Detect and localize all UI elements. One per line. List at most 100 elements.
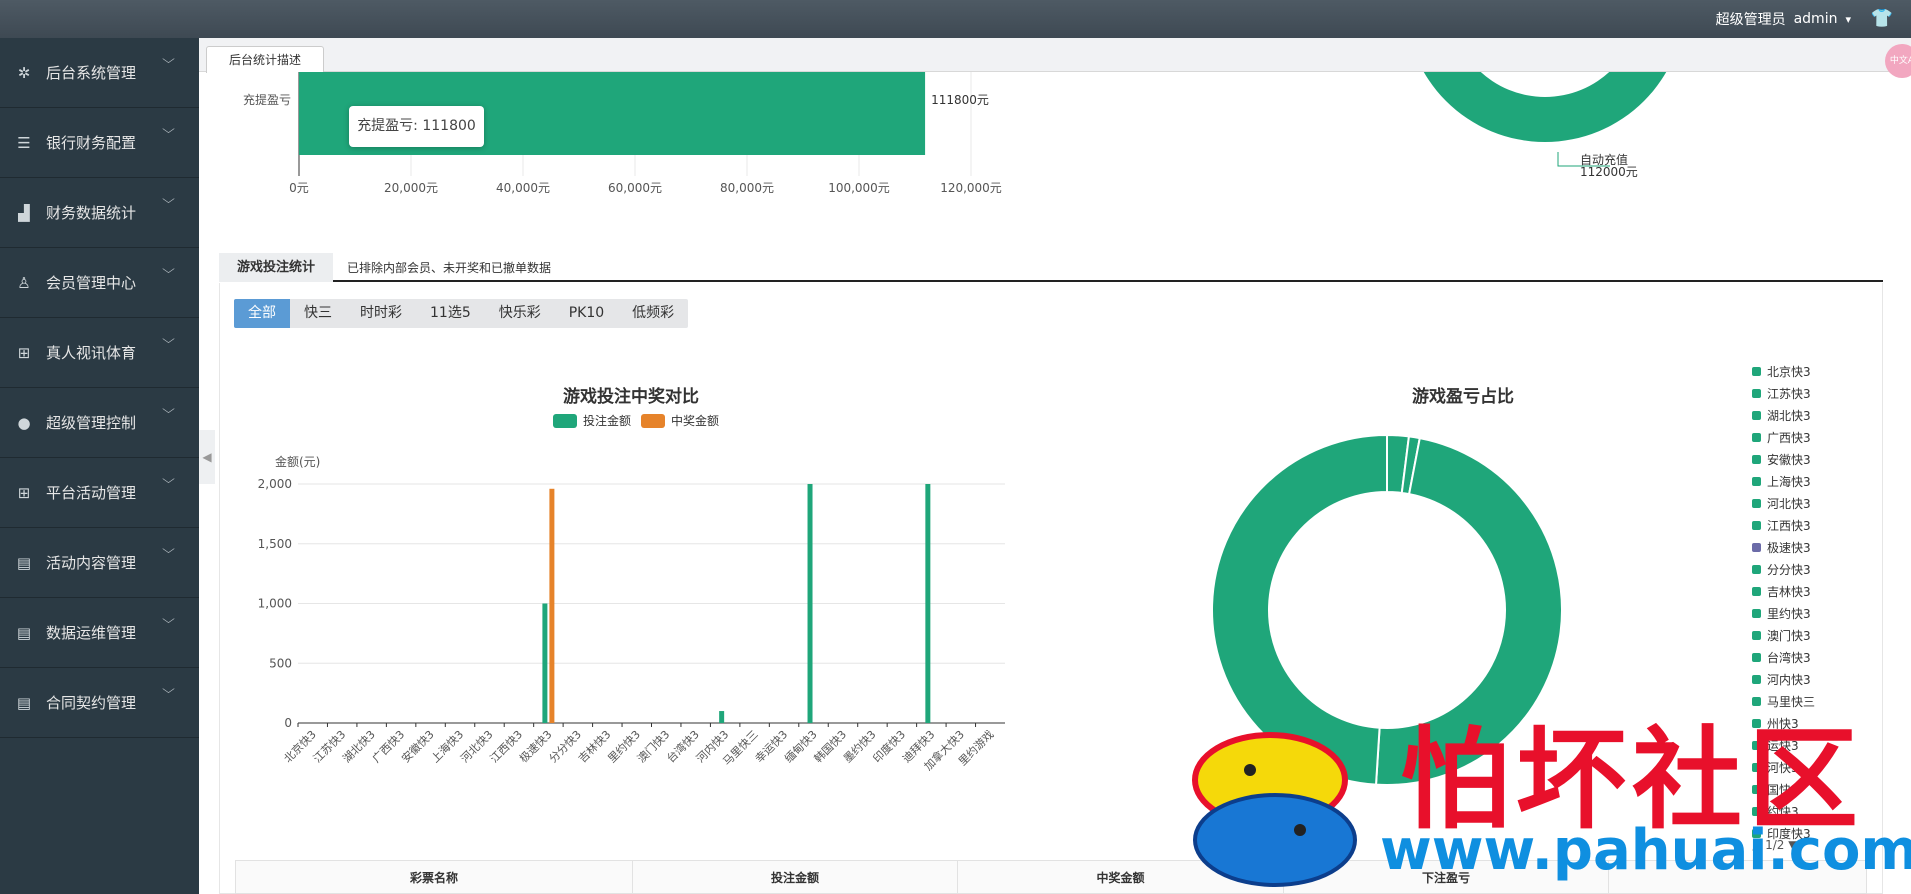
profit-share-chart-title: 游戏盈亏占比: [1412, 387, 1514, 407]
legend-item[interactable]: 江西快3: [1752, 514, 1862, 536]
sidebar-collapse-handle[interactable]: ◀: [199, 430, 215, 484]
filter-button[interactable]: 快乐彩: [485, 299, 555, 328]
x-tick-label: 0元: [289, 181, 309, 195]
x-tick-label: 100,000元: [828, 181, 890, 195]
data-label: 111800元: [931, 93, 989, 107]
user-role: 超级管理员: [1715, 12, 1786, 28]
donut-slice: [1423, 72, 1667, 142]
sidebar-item[interactable]: ⊞ 平台活动管理 ⌵: [0, 458, 199, 528]
legend-label: 安徽快3: [1767, 452, 1811, 467]
legend-label: 投注金额: [583, 413, 631, 428]
chevron-left-icon: ◀: [202, 450, 212, 464]
legend-swatch: [553, 414, 577, 428]
y-tick-label: 1,500: [258, 537, 292, 551]
sidebar-item-label: 后台系统管理: [46, 64, 137, 82]
legend-item[interactable]: 广西快3: [1752, 426, 1862, 448]
sidebar-item[interactable]: ▤ 活动内容管理 ⌵: [0, 528, 199, 598]
top-bar: 超级管理员 admin ▾ 👕: [0, 0, 1911, 38]
person-icon: ●: [17, 413, 31, 432]
sidebar-item-label: 活动内容管理: [46, 554, 137, 572]
gift-icon: ⊞: [17, 343, 31, 362]
sidebar-item[interactable]: ✲ 后台系统管理 ⌵: [0, 38, 199, 108]
legend-label: 分分快3: [1767, 562, 1811, 577]
legend-item[interactable]: 里约快3: [1752, 602, 1862, 624]
table-header-cell: 彩票名称: [236, 861, 633, 893]
legend-swatch: [1752, 608, 1761, 618]
filter-button[interactable]: 11选5: [416, 299, 485, 328]
legend-swatch: [1752, 366, 1761, 376]
sidebar: ✲ 后台系统管理 ⌵ ☰ 银行财务配置 ⌵ ▟ 财务数据统计 ⌵ ♙ 会员管理中心 ⌵ ⊞ 真人视讯体育 ⌵…: [0, 38, 199, 894]
legend-label: 极速快3: [1767, 540, 1811, 555]
category-label: 充提盈亏: [243, 92, 291, 107]
theme-shirt-icon[interactable]: 👕: [1871, 8, 1893, 29]
sidebar-item[interactable]: ▟ 财务数据统计 ⌵: [0, 178, 199, 248]
chevron-down-icon: ⌵: [162, 402, 175, 416]
sidebar-item-label: 合同契约管理: [46, 694, 137, 712]
legend-item[interactable]: 极速快3: [1752, 536, 1862, 558]
sidebar-item-label: 超级管理控制: [46, 414, 137, 432]
legend-label: 广西快3: [1767, 430, 1811, 445]
section-note: 已排除内部会员、未开奖和已撤单数据: [347, 261, 552, 275]
legend-item[interactable]: 河北快3: [1752, 492, 1862, 514]
legend-item[interactable]: 河内快3: [1752, 668, 1862, 690]
list-icon: ☰: [17, 133, 31, 152]
y-tick-label: 2,000: [258, 477, 292, 491]
tab-stats-overview[interactable]: 后台统计描述: [206, 46, 325, 73]
legend-item[interactable]: 台湾快3: [1752, 646, 1862, 668]
sidebar-item-label: 平台活动管理: [46, 484, 137, 502]
filter-button[interactable]: 时时彩: [346, 299, 416, 328]
user-name: admin: [1793, 11, 1838, 27]
sidebar-item[interactable]: ⊞ 真人视讯体育 ⌵: [0, 318, 199, 388]
chevron-down-icon: ⌵: [162, 262, 175, 276]
legend-item[interactable]: 分分快3: [1752, 558, 1862, 580]
sidebar-item[interactable]: ▤ 数据运维管理 ⌵: [0, 598, 199, 668]
x-tick-label: 120,000元: [940, 181, 1002, 195]
sidebar-item-label: 银行财务配置: [46, 134, 137, 152]
table-header-cell: 投注金额: [633, 861, 958, 893]
chevron-down-icon: ⌵: [162, 542, 175, 556]
x-tick-label: 20,000元: [384, 181, 438, 195]
legend-item[interactable]: 上海快3: [1752, 470, 1862, 492]
legend-swatch: [1752, 498, 1761, 508]
legend-label: 江西快3: [1767, 518, 1811, 533]
legend-label: 河内快3: [1767, 672, 1811, 687]
legend-label: 中奖金额: [671, 413, 719, 428]
user-menu[interactable]: 超级管理员 admin ▾: [1716, 9, 1851, 29]
legend-label: 上海快3: [1767, 474, 1811, 489]
sidebar-item[interactable]: ▤ 合同契约管理 ⌵: [0, 668, 199, 738]
legend-item[interactable]: 湖北快3: [1752, 404, 1862, 426]
filter-button[interactable]: 全部: [234, 299, 290, 328]
gift-icon: ⊞: [17, 483, 31, 502]
sidebar-item[interactable]: ☰ 银行财务配置 ⌵: [0, 108, 199, 178]
slice-value-label: 112000元: [1580, 165, 1638, 179]
legend-swatch: [1752, 586, 1761, 596]
legend-swatch: [1752, 410, 1761, 420]
legend-item[interactable]: 吉林快3: [1752, 580, 1862, 602]
sidebar-item[interactable]: ● 超级管理控制 ⌵: [0, 388, 199, 458]
bar: [807, 484, 813, 723]
legend-label: 吉林快3: [1767, 584, 1811, 599]
legend-item[interactable]: 澳门快3: [1752, 624, 1862, 646]
legend-swatch: [1752, 432, 1761, 442]
tab-strip: [199, 38, 1911, 72]
legend-label: 河北快3: [1767, 496, 1811, 511]
filter-button[interactable]: PK10: [555, 299, 618, 328]
bet-win-chart-title: 游戏投注中奖对比: [563, 387, 699, 407]
bar: [925, 484, 931, 723]
tab-game-bet-stats[interactable]: 游戏投注统计: [219, 253, 333, 282]
legend-item[interactable]: 北京快3: [1752, 360, 1862, 382]
legend-label: 里约快3: [1767, 606, 1811, 621]
section-tabs: 游戏投注统计 已排除内部会员、未开奖和已撤单数据: [219, 251, 1883, 282]
language-badge[interactable]: 中文A: [1885, 44, 1911, 78]
bar: [542, 603, 548, 723]
filter-button[interactable]: 低频彩: [618, 299, 688, 328]
sidebar-item[interactable]: ♙ 会员管理中心 ⌵: [0, 248, 199, 318]
y-axis-label: 金额(元): [275, 454, 320, 469]
recharge-profit-bar-chart: 0元 20,000元 40,000元 60,000元 80,000元 100,000元 12…: [243, 72, 1002, 195]
filter-button[interactable]: 快三: [290, 299, 346, 328]
legend-label: 澳门快3: [1767, 628, 1811, 643]
legend-item[interactable]: 安徽快3: [1752, 448, 1862, 470]
sidebar-item-label: 会员管理中心: [46, 274, 137, 292]
legend-swatch: [1752, 630, 1761, 640]
legend-item[interactable]: 江苏快3: [1752, 382, 1862, 404]
